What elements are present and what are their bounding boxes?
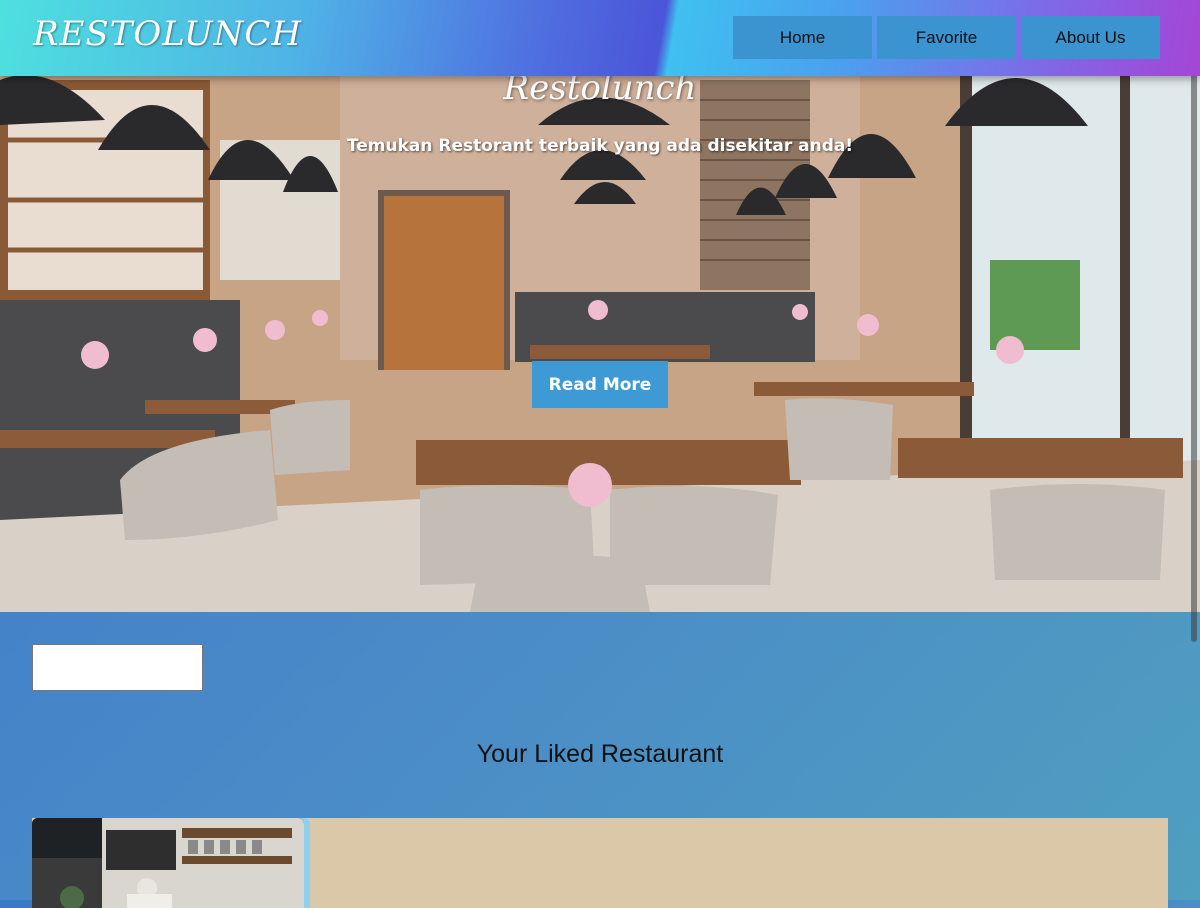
restaurant-card[interactable] xyxy=(32,818,1168,908)
read-more-button[interactable]: Read More xyxy=(532,361,668,408)
hero-subtitle: Temukan Restorant terbaik yang ada disek… xyxy=(346,136,854,156)
nav-about-us[interactable]: About Us xyxy=(1021,16,1160,59)
liked-restaurant-title: Your Liked Restaurant xyxy=(476,740,724,768)
page-scrollbar[interactable] xyxy=(1188,0,1200,900)
nav-home[interactable]: Home xyxy=(733,16,872,59)
hero-section: Restolunch Temukan Restorant terbaik yan… xyxy=(0,0,1200,612)
scrollbar-thumb[interactable] xyxy=(1191,2,1197,642)
nav-favorite[interactable]: Favorite xyxy=(877,16,1016,59)
main-nav: Home Favorite About Us xyxy=(733,16,1160,59)
search-input[interactable] xyxy=(32,644,203,691)
app-header: RESTOLUNCH Home Favorite About Us xyxy=(0,0,1200,76)
brand-logo[interactable]: RESTOLUNCH xyxy=(33,14,302,54)
restaurant-image xyxy=(32,818,304,908)
